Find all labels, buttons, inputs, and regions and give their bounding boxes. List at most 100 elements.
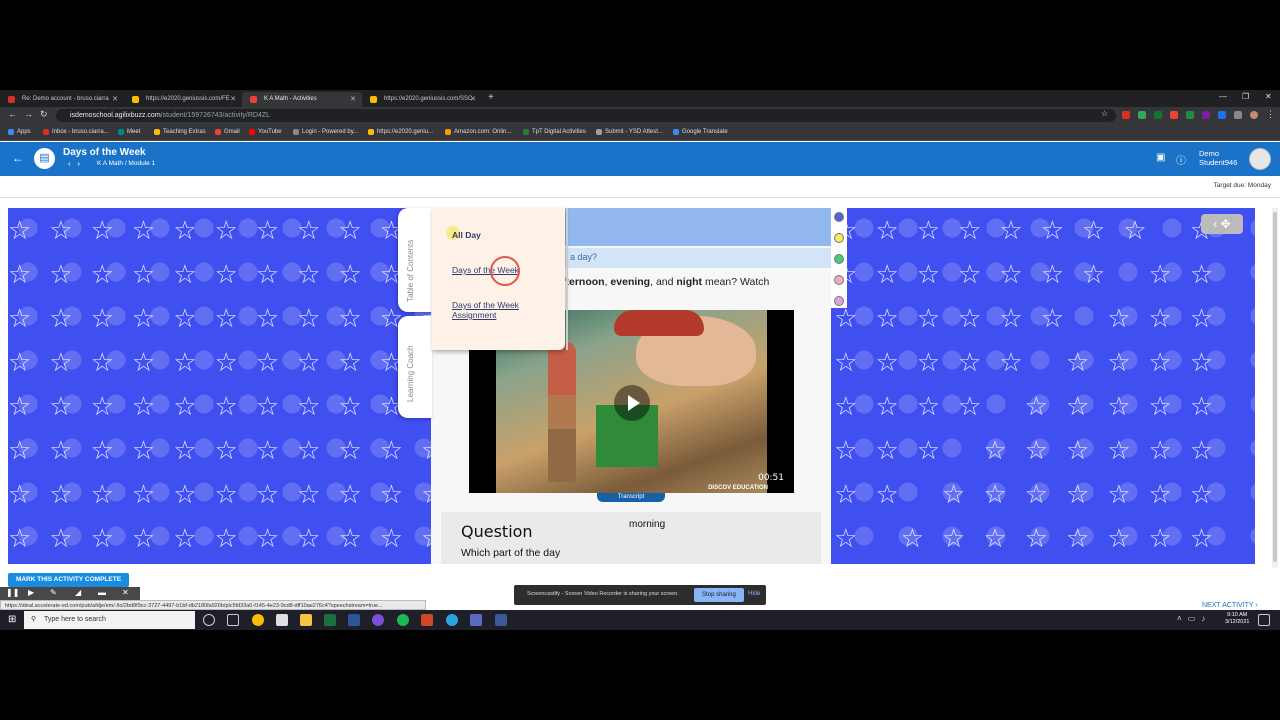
page-scrollbar[interactable]	[1272, 208, 1278, 568]
cortana-icon[interactable]	[203, 614, 215, 626]
close-tab-icon[interactable]: ✕	[350, 92, 356, 107]
bookmark-star-icon[interactable]: ☆	[1101, 109, 1108, 118]
marker-yellow[interactable]	[834, 233, 844, 243]
close-icon[interactable]: ✕	[122, 588, 129, 597]
back-arrow-icon[interactable]: ←	[12, 151, 24, 165]
extension-icon[interactable]	[1218, 111, 1226, 119]
reload-icon[interactable]: ↻	[40, 109, 48, 120]
play-icon[interactable]: ▶	[28, 588, 34, 597]
next-activity-link[interactable]: NEXT ACTIVITY ›	[1202, 602, 1258, 609]
speaker-icon[interactable]: ◢	[75, 588, 81, 597]
powerpoint-icon[interactable]	[421, 614, 433, 626]
tpt-icon	[523, 129, 529, 135]
word-icon[interactable]	[348, 614, 360, 626]
transcript-button[interactable]: Transcript	[597, 493, 665, 502]
gmail-icon	[43, 129, 49, 135]
notes-icon[interactable]: ▣	[1156, 152, 1165, 163]
spotify-icon[interactable]	[397, 614, 409, 626]
extension-icon[interactable]	[1170, 111, 1178, 119]
bookmark-gmail[interactable]: Gmail	[215, 127, 240, 137]
windows-start-icon[interactable]: ⊞	[8, 615, 18, 625]
excel-icon[interactable]	[324, 614, 336, 626]
tab-genius-1[interactable]: https://e2020.geniussis.com/FE ✕	[124, 92, 242, 107]
store-icon[interactable]	[276, 614, 288, 626]
prompt-word: night	[676, 276, 703, 288]
browser-toolbar: ← → ↻ isdemoschool.agilixbuzz.com/studen…	[0, 107, 1280, 124]
bookmark-amazon[interactable]: Amazon.com: Onlin...	[445, 127, 511, 137]
rectangle-icon[interactable]: ▬	[98, 588, 106, 597]
extension-icon[interactable]	[1202, 111, 1210, 119]
youtube-icon	[249, 129, 255, 135]
mark-complete-button[interactable]: MARK THIS ACTIVITY COMPLETE	[8, 573, 129, 587]
gmail-icon	[215, 129, 221, 135]
task-view-icon[interactable]	[227, 614, 239, 626]
scroll-thumb[interactable]	[1273, 212, 1277, 562]
minimize-icon[interactable]: —	[1219, 92, 1227, 101]
bookmark-tpt[interactable]: TpT Digital Activities	[523, 127, 586, 137]
toc-item[interactable]: All Day	[452, 230, 481, 240]
bookmark-genius[interactable]: https://e2020.geniu...	[368, 127, 433, 137]
chrome-icon[interactable]	[252, 614, 264, 626]
teams-icon[interactable]	[470, 614, 482, 626]
kebab-menu-icon[interactable]: ⋮	[1266, 109, 1275, 120]
move-tool-icon[interactable]: ‹ ✥	[1201, 214, 1243, 234]
extension-icon[interactable]	[1138, 111, 1146, 119]
profile-icon[interactable]	[1250, 111, 1258, 119]
toc-scrollbar[interactable]	[566, 208, 568, 350]
close-tab-icon[interactable]: ✕	[230, 92, 236, 107]
hide-button[interactable]: Hide	[748, 591, 760, 597]
system-tray-icons[interactable]: ˄▭♪	[1177, 614, 1211, 623]
chevron-right-icon[interactable]: ›	[77, 159, 80, 168]
messenger-icon[interactable]	[372, 614, 384, 626]
extension-icon[interactable]	[1154, 111, 1162, 119]
marker-purple[interactable]	[834, 296, 844, 306]
bookmark-login[interactable]: Login - Powered by...	[293, 127, 358, 137]
restore-icon[interactable]: ❐	[1242, 92, 1249, 101]
video-duration: 00:51	[758, 473, 784, 483]
avatar[interactable]	[1249, 148, 1271, 170]
extension-icon[interactable]	[1122, 111, 1130, 119]
close-tab-icon[interactable]: ✕	[470, 92, 476, 107]
search-icon: ⚲	[31, 616, 37, 623]
bookmark-translate[interactable]: Google Translate	[673, 127, 728, 137]
breadcrumb[interactable]: K A Math / Module 1	[97, 160, 155, 167]
zoom-icon[interactable]	[495, 614, 507, 626]
taskbar-clock[interactable]: 9:10 AM 3/12/2021	[1225, 612, 1249, 626]
tab-genius-2[interactable]: https://e2020.geniussis.com/SSC ✕	[362, 92, 482, 107]
bookmark-inbox[interactable]: Inbox - bruso.ciarra...	[43, 127, 109, 137]
pen-icon[interactable]: ✎	[50, 588, 57, 597]
answer-option[interactable]: morning	[629, 519, 665, 530]
notifications-icon[interactable]	[1258, 614, 1270, 626]
edge-icon[interactable]	[446, 614, 458, 626]
taskbar-search-input[interactable]: ⚲ Type here to search	[24, 611, 195, 629]
tab-learning-coach[interactable]: Learning Coach	[398, 316, 432, 418]
marker-pink[interactable]	[834, 275, 844, 285]
bookmark-apps[interactable]: Apps	[8, 127, 31, 137]
new-tab-icon[interactable]: +	[488, 92, 494, 103]
tab-gmail[interactable]: Re: Demo account - bruso.ciarra ✕	[0, 92, 124, 107]
marker-green[interactable]	[834, 254, 844, 264]
play-icon[interactable]	[614, 385, 650, 421]
close-tab-icon[interactable]: ✕	[112, 92, 118, 107]
toc-item[interactable]: Days of the Week Assignment	[452, 300, 548, 320]
stop-sharing-button[interactable]: Stop sharing	[694, 588, 744, 602]
address-bar[interactable]: isdemoschool.agilixbuzz.com/student/1597…	[56, 109, 1116, 122]
tab-active[interactable]: K A Math - Activities ✕	[242, 92, 362, 107]
back-arrow-icon[interactable]: ←	[8, 109, 17, 119]
marker-blue[interactable]	[834, 212, 844, 222]
app-header: ← ▤ Days of the Week ‹ › K A Math / Modu…	[0, 142, 1280, 176]
tab-table-of-contents[interactable]: Table of Contents	[398, 208, 432, 312]
user-name[interactable]: Demo Student946	[1199, 149, 1237, 167]
close-window-icon[interactable]: ✕	[1265, 92, 1272, 101]
bookmark-submit[interactable]: Submit - YSD Attest...	[596, 127, 663, 137]
file-explorer-icon[interactable]	[300, 614, 312, 626]
pause-icon[interactable]: ❚❚	[6, 588, 19, 597]
bookmark-youtube[interactable]: YouTube	[249, 127, 282, 137]
bookmark-teaching-extras[interactable]: Teaching Extras	[154, 127, 206, 137]
help-icon[interactable]: ⓘ	[1176, 152, 1186, 167]
puzzle-icon[interactable]	[1234, 111, 1242, 119]
chevron-left-icon[interactable]: ‹	[68, 159, 71, 168]
forward-arrow-icon[interactable]: →	[24, 109, 33, 119]
extension-icon[interactable]	[1186, 111, 1194, 119]
bookmark-meet[interactable]: Meet	[118, 127, 140, 137]
